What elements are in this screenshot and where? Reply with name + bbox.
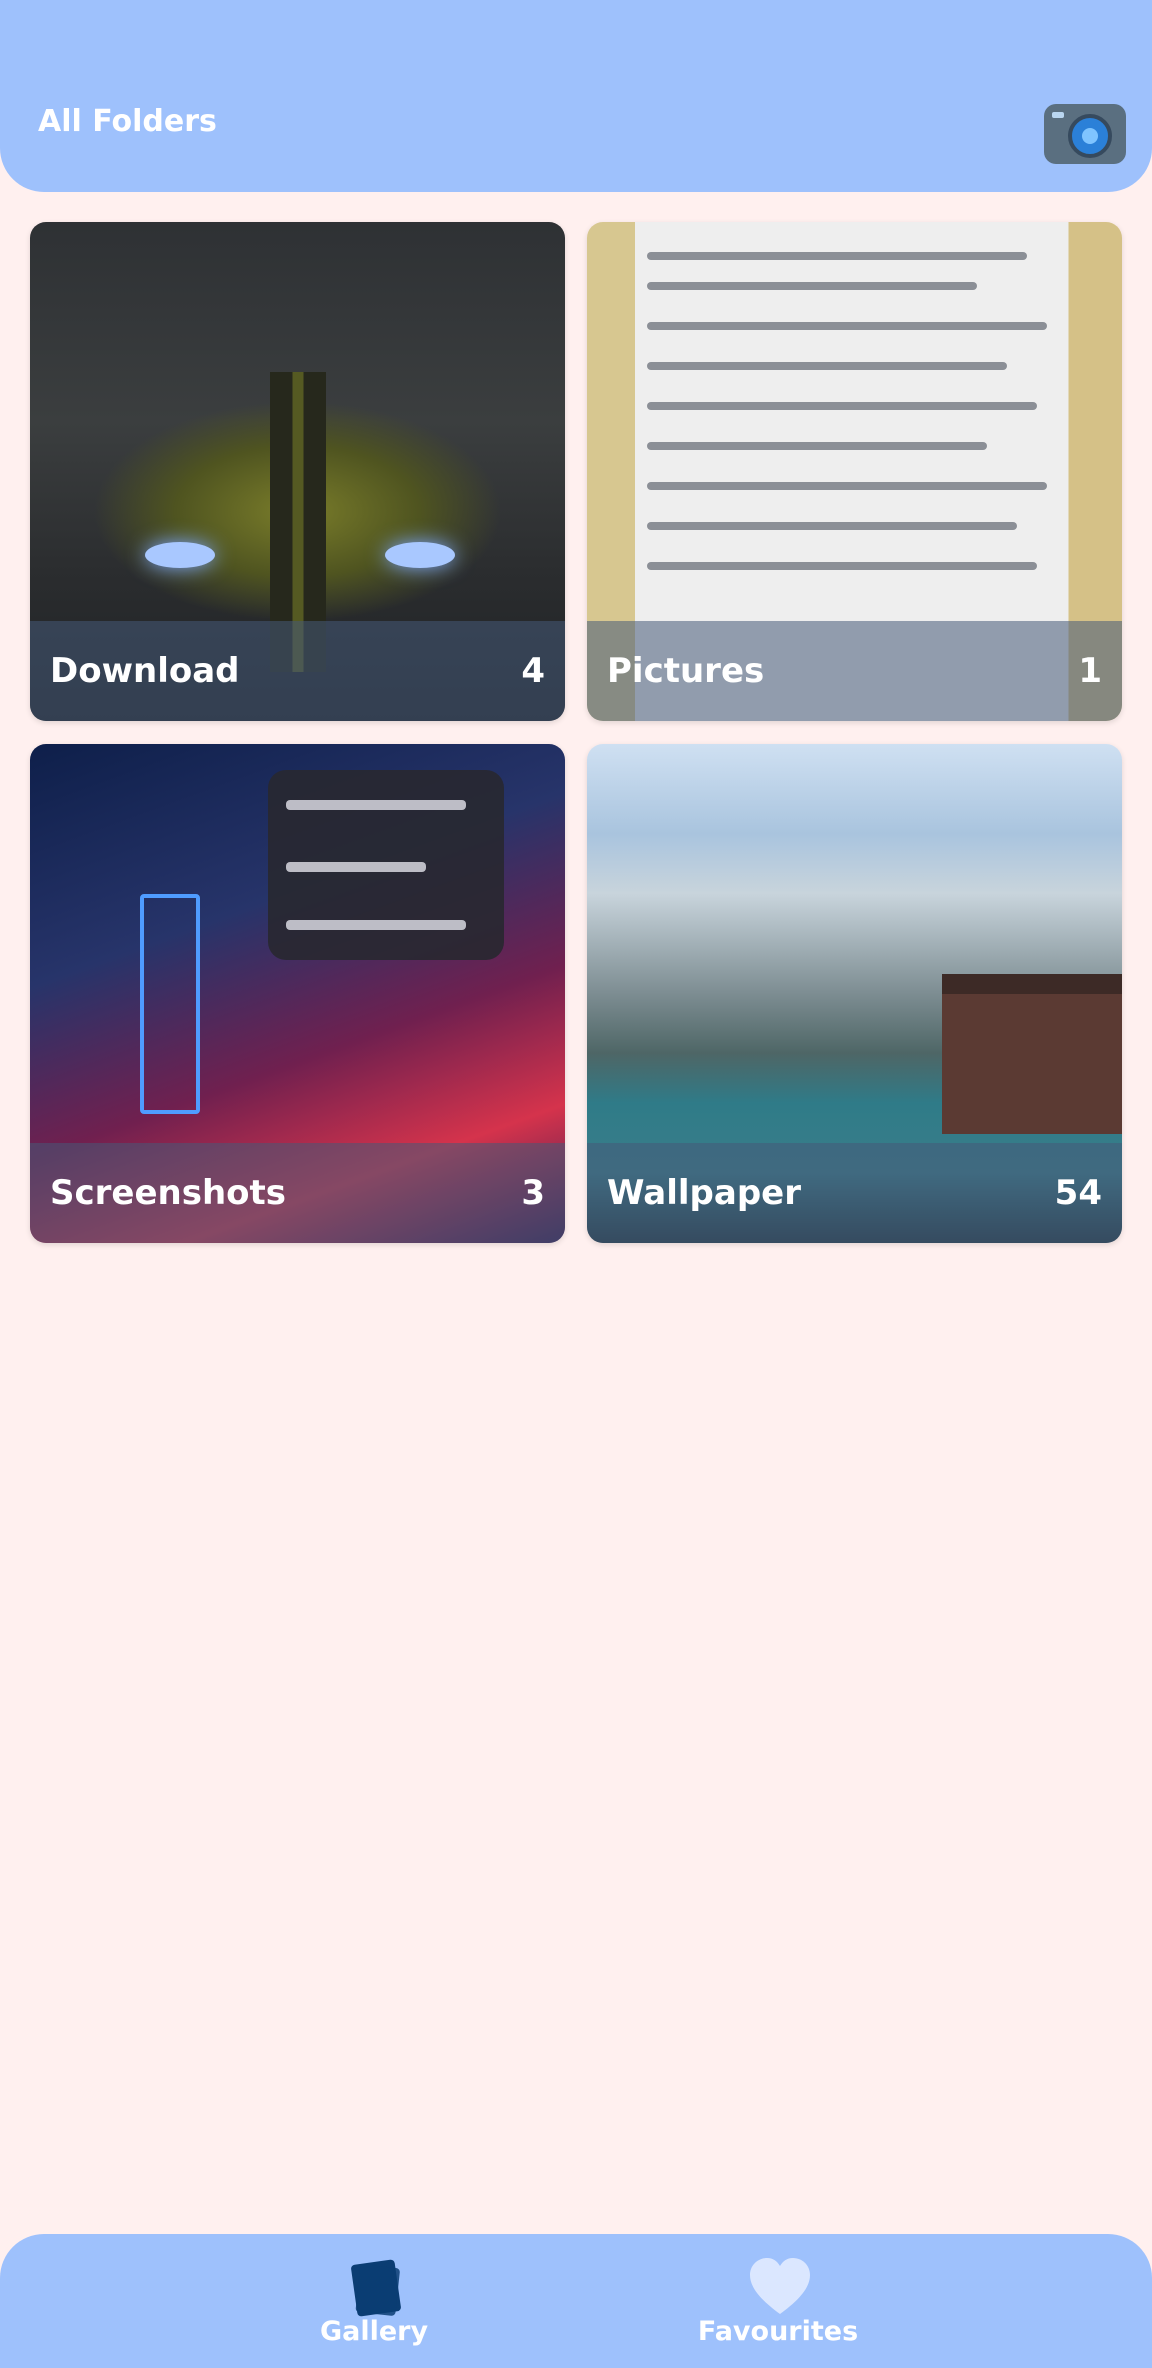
gallery-icon xyxy=(351,2259,401,2317)
folder-card-wallpaper[interactable]: Wallpaper 54 xyxy=(587,744,1122,1243)
folder-count: 54 xyxy=(1054,1173,1102,1213)
folder-grid: Download 4 Pictures 1 Screenshots 3 Wall… xyxy=(30,222,1122,1243)
folder-caption: Screenshots 3 xyxy=(30,1143,565,1243)
page-title: All Folders xyxy=(38,104,217,139)
folder-name: Pictures xyxy=(607,651,765,691)
nav-label: Favourites xyxy=(697,2316,859,2347)
folder-caption: Download 4 xyxy=(30,621,565,721)
camera-icon xyxy=(1052,112,1064,118)
camera-button[interactable] xyxy=(1044,104,1126,164)
nav-gallery[interactable]: Gallery xyxy=(264,2234,484,2368)
folder-name: Wallpaper xyxy=(607,1173,801,1213)
folder-caption: Pictures 1 xyxy=(587,621,1122,721)
folder-count: 4 xyxy=(521,651,545,691)
camera-lens xyxy=(1068,114,1112,158)
nav-label: Gallery xyxy=(319,2316,429,2347)
folder-name: Download xyxy=(50,651,240,691)
folder-caption: Wallpaper 54 xyxy=(587,1143,1122,1243)
nav-favourites[interactable]: Favourites xyxy=(668,2234,888,2368)
folder-count: 3 xyxy=(521,1173,545,1213)
folder-card-pictures[interactable]: Pictures 1 xyxy=(587,222,1122,721)
folder-name: Screenshots xyxy=(50,1173,287,1213)
top-app-bar: All Folders xyxy=(0,0,1152,192)
bottom-navigation: Gallery Favourites xyxy=(0,2234,1152,2368)
folder-card-download[interactable]: Download 4 xyxy=(30,222,565,721)
heart-icon xyxy=(750,2258,810,2314)
folder-count: 1 xyxy=(1078,651,1102,691)
folder-card-screenshots[interactable]: Screenshots 3 xyxy=(30,744,565,1243)
